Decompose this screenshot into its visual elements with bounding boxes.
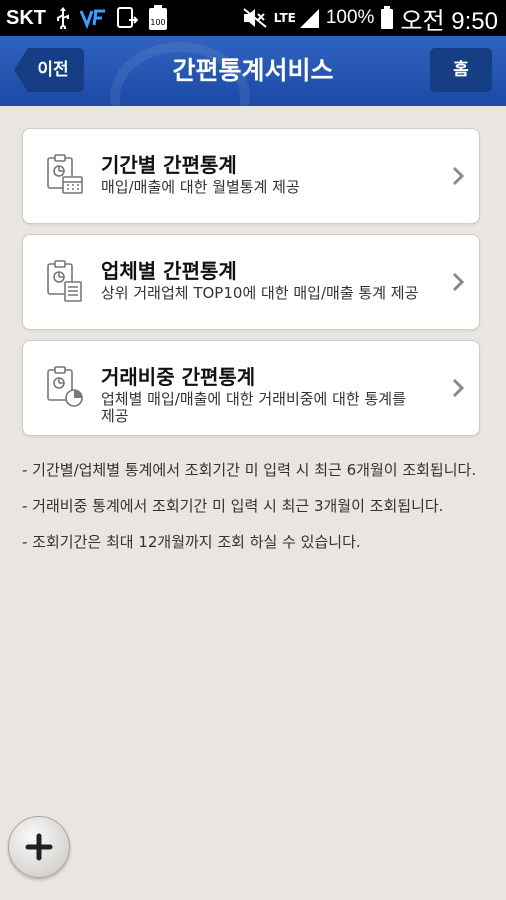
- carrier-label: SKT: [6, 6, 46, 29]
- back-button[interactable]: 이전: [14, 48, 84, 92]
- battery-percent: 100%: [325, 7, 375, 28]
- mute-icon: [242, 7, 268, 29]
- battery-icon: [380, 6, 394, 30]
- chevron-right-icon: [451, 377, 465, 399]
- network-type-label: LTE: [273, 11, 296, 25]
- list-chart-icon: [45, 259, 85, 303]
- battery-badge-text: 100: [150, 18, 165, 27]
- chevron-right-icon: [451, 165, 465, 187]
- signal-icon: [298, 7, 320, 29]
- menu-item-title: 업체별 간편통계: [101, 259, 237, 283]
- menu-item-description: 상위 거래업체 TOP10에 대한 매입/매출 통계 제공: [101, 284, 419, 302]
- note-text: - 조회기간은 최대 12개월까지 조회 하실 수 있습니다.: [22, 533, 361, 551]
- info-notes: - 기간별/업체별 통계에서 조회기간 미 입력 시 최근 6개월이 조회됩니다…: [22, 458, 490, 566]
- menu-item-vendor-stats[interactable]: 업체별 간편통계 상위 거래업체 TOP10에 대한 매입/매출 통계 제공: [22, 234, 480, 330]
- calendar-chart-icon: [45, 153, 85, 197]
- menu-item-description: 매입/매출에 대한 월별통계 제공: [101, 178, 300, 196]
- screen-notification-icon: [116, 6, 138, 30]
- menu-item-period-stats[interactable]: 기간별 간편통계 매입/매출에 대한 월별통계 제공: [22, 128, 480, 224]
- battery-badge-icon: 100: [148, 5, 168, 31]
- note-text: - 거래비중 통계에서 조회기간 미 입력 시 최근 3개월이 조회됩니다.: [22, 497, 444, 515]
- title-bar: 간편통계서비스 이전 홈: [0, 36, 506, 106]
- menu-list: 기간별 간편통계 매입/매출에 대한 월별통계 제공 업체별 간편통계 상위 거…: [22, 128, 480, 446]
- pie-chart-icon: [45, 365, 85, 409]
- menu-item-share-stats[interactable]: 거래비중 간편통계 업체별 매입/매출에 대한 거래비중에 대한 통계를 제공: [22, 340, 480, 436]
- plus-icon: [25, 833, 53, 861]
- app-notification-icon: [80, 7, 106, 29]
- note-text: - 기간별/업체별 통계에서 조회기간 미 입력 시 최근 6개월이 조회됩니다…: [22, 461, 477, 479]
- chevron-right-icon: [451, 271, 465, 293]
- menu-item-title: 거래비중 간편통계: [101, 365, 256, 389]
- add-button[interactable]: [8, 816, 70, 878]
- usb-icon: [56, 7, 70, 29]
- menu-item-description: 업체별 매입/매출에 대한 거래비중에 대한 통계를 제공: [101, 390, 406, 425]
- menu-item-title: 기간별 간편통계: [101, 153, 237, 177]
- clock: 오전 9:50: [400, 7, 498, 35]
- home-button[interactable]: 홈: [430, 48, 492, 92]
- status-bar: SKT 100 LTE 100% 오전 9:50: [0, 0, 506, 36]
